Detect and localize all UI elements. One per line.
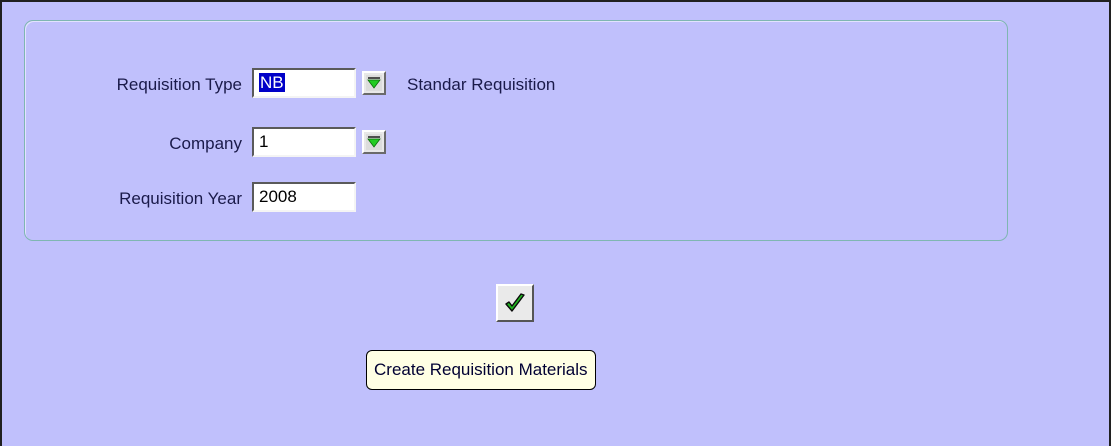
- requisition-type-field[interactable]: NB: [252, 68, 356, 98]
- requisition-type-lov-button[interactable]: [362, 71, 386, 95]
- requisition-year-field[interactable]: 2008: [252, 182, 356, 212]
- create-requisition-tooltip: Create Requisition Materials: [366, 350, 596, 390]
- requisition-type-label: Requisition Type: [116, 75, 242, 94]
- checkmark-icon: [505, 293, 525, 312]
- requisition-type-description: Standar Requisition: [407, 75, 556, 94]
- company-lov-button[interactable]: [362, 130, 386, 154]
- company-field[interactable]: 1: [252, 127, 356, 157]
- company-label: Company: [169, 134, 242, 153]
- create-requisition-button[interactable]: [496, 284, 534, 322]
- form-canvas: Requisition Type NB Standar Requisition …: [0, 0, 1111, 446]
- requisition-year-label: Requisition Year: [119, 189, 242, 208]
- dropdown-list-icon: [366, 134, 382, 150]
- dropdown-list-icon: [366, 75, 382, 91]
- requisition-type-value: NB: [259, 73, 285, 92]
